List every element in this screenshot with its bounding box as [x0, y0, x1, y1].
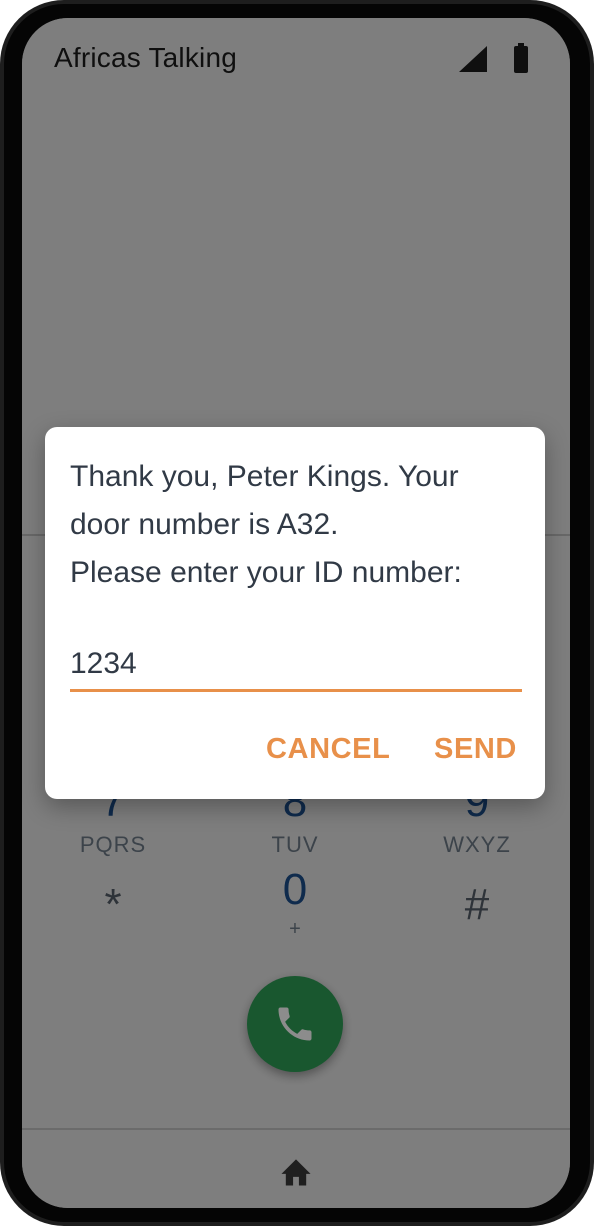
send-button[interactable]: SEND	[434, 733, 517, 766]
cancel-button[interactable]: CANCEL	[266, 733, 390, 766]
id-number-input[interactable]	[70, 639, 522, 692]
dialog-message: Thank you, Peter Kings. Your door number…	[70, 460, 462, 589]
ussd-dialog: Thank you, Peter Kings. Your door number…	[45, 427, 545, 799]
